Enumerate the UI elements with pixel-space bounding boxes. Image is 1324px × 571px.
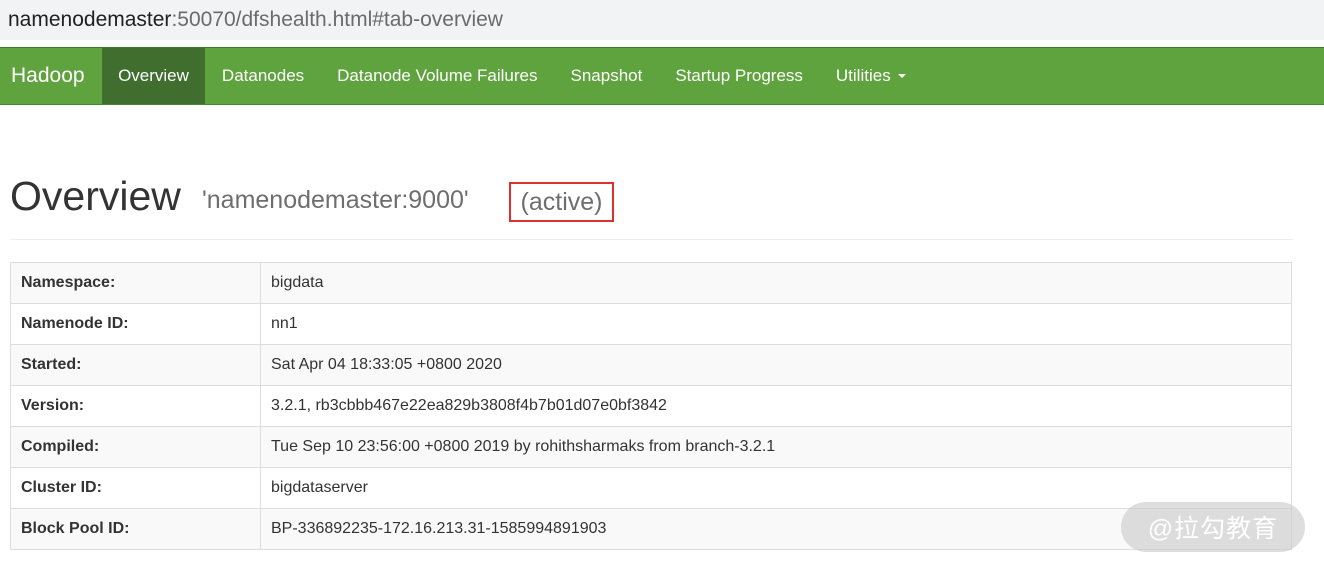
nav-item-datanodes[interactable]: Datanodes <box>205 48 320 104</box>
nav-item-label: Datanode Volume Failures <box>337 66 538 85</box>
row-key: Cluster ID: <box>10 467 261 509</box>
overview-table: Namespace: bigdata Namenode ID: nn1 Star… <box>10 262 1292 550</box>
nav-item-datanode-volume-failures[interactable]: Datanode Volume Failures <box>321 48 554 104</box>
row-value: bigdata <box>260 262 1292 304</box>
nav-item-label: Overview <box>118 66 189 85</box>
row-value: bigdataserver <box>260 467 1292 509</box>
row-value: 3.2.1, rb3cbbb467e22ea829b3808f4b7b01d07… <box>260 385 1292 427</box>
row-value: Sat Apr 04 18:33:05 +0800 2020 <box>260 344 1292 386</box>
top-navbar: Hadoop Overview Datanodes Datanode Volum… <box>0 47 1324 105</box>
url-host: namenodemaster <box>8 8 172 31</box>
row-key: Namenode ID: <box>10 303 261 345</box>
brand-logo[interactable]: Hadoop <box>0 48 102 104</box>
nav-item-label: Datanodes <box>221 66 305 85</box>
namenode-state-highlight: (active) <box>509 182 614 222</box>
nav-item-label: Utilities <box>835 66 891 85</box>
nav-item-label: Startup Progress <box>675 66 803 85</box>
caret-down-icon <box>897 74 906 78</box>
row-key: Compiled: <box>10 426 261 468</box>
nav-item-snapshot[interactable]: Snapshot <box>554 48 659 104</box>
page-title: Overview <box>10 173 181 219</box>
address-bar[interactable]: namenodemaster:50070/dfshealth.html#tab-… <box>0 0 1324 40</box>
row-value: Tue Sep 10 23:56:00 +0800 2019 by rohith… <box>260 426 1292 468</box>
page-header: Overview 'namenodemaster:9000' (active) <box>10 168 1293 240</box>
table-row: Compiled: Tue Sep 10 23:56:00 +0800 2019… <box>10 426 1292 468</box>
nav-item-label: Snapshot <box>570 66 643 85</box>
row-key: Block Pool ID: <box>10 508 261 550</box>
table-row: Namespace: bigdata <box>10 262 1292 304</box>
table-row: Version: 3.2.1, rb3cbbb467e22ea829b3808f… <box>10 385 1292 427</box>
namenode-address: 'namenodemaster:9000' <box>202 186 469 214</box>
row-value: nn1 <box>260 303 1292 345</box>
row-key: Started: <box>10 344 261 386</box>
row-key: Namespace: <box>10 262 261 304</box>
row-key: Version: <box>10 385 261 427</box>
nav-item-startup-progress[interactable]: Startup Progress <box>659 48 820 104</box>
namenode-state: (active) <box>520 187 603 216</box>
nav-item-utilities[interactable]: Utilities <box>819 48 922 104</box>
table-row: Namenode ID: nn1 <box>10 303 1292 345</box>
table-row: Started: Sat Apr 04 18:33:05 +0800 2020 <box>10 344 1292 386</box>
nav-item-overview[interactable]: Overview <box>101 48 206 104</box>
watermark-badge: @拉勾教育 <box>1121 502 1305 552</box>
table-row: Cluster ID: bigdataserver <box>10 467 1292 509</box>
table-row: Block Pool ID: BP-336892235-172.16.213.3… <box>10 508 1292 550</box>
url-path: :50070/dfshealth.html#tab-overview <box>171 8 503 31</box>
